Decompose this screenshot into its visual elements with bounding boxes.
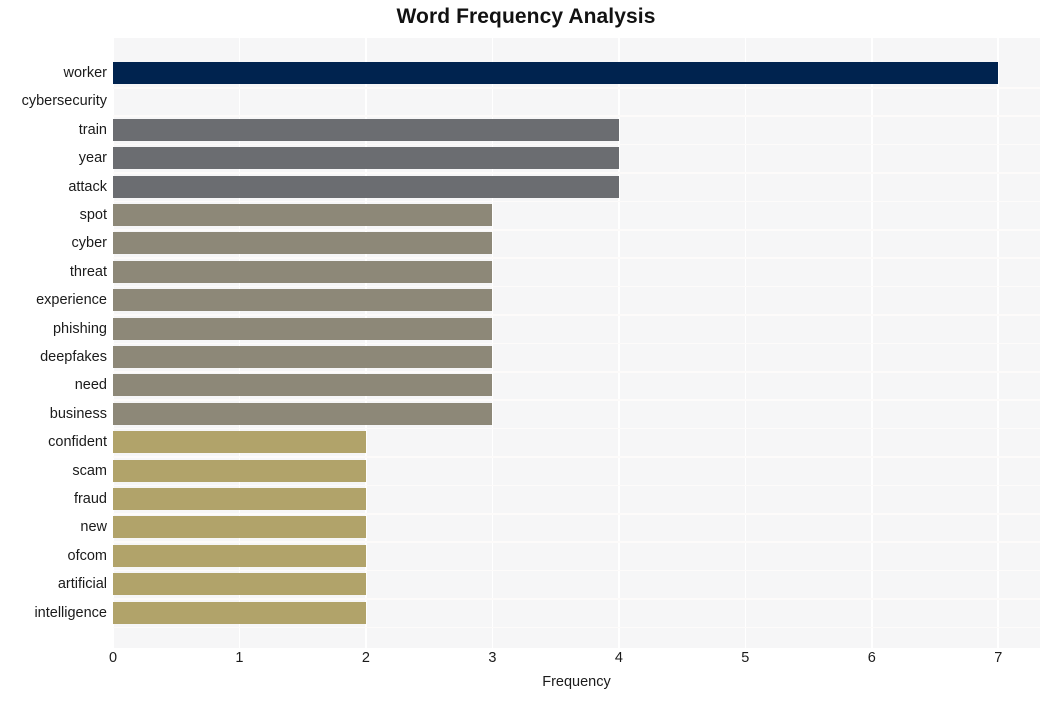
y-tick-label-scam: scam	[72, 462, 107, 479]
y-tick-label-year: year	[78, 150, 107, 167]
x-tick-label-4: 4	[614, 650, 623, 666]
bar-new[interactable]	[113, 516, 366, 539]
word-frequency-chart: Word Frequency Analysis worker cybersecur…	[0, 0, 1052, 701]
bar-scam[interactable]	[113, 459, 366, 482]
gridline-y-13	[113, 456, 1040, 458]
gridline-y-6	[113, 257, 1040, 259]
y-tick-label-spot: spot	[79, 206, 107, 223]
bar-ofcom[interactable]	[113, 544, 366, 567]
bar-business[interactable]	[113, 402, 493, 425]
gridline-y-12	[113, 427, 1040, 430]
y-tick-label-train: train	[78, 121, 107, 138]
bar-intelligence[interactable]	[113, 601, 366, 624]
bar-threat[interactable]	[113, 260, 493, 283]
gridline-y-0	[113, 87, 1040, 89]
y-tick-label-phishing: phishing	[52, 320, 107, 337]
gridline-y-19	[113, 626, 1040, 629]
y-tick-label-need: need	[74, 377, 107, 394]
x-axis-tick-labels: 0 1 2 3 4 5 6 7	[0, 650, 1052, 672]
y-tick-label-cybersecurity: cybersecurity	[21, 93, 107, 110]
bar-cyber[interactable]	[113, 232, 493, 255]
gridline-y-9	[113, 342, 1040, 345]
x-tick-label-0: 0	[108, 650, 118, 666]
y-tick-label-threat: threat	[69, 263, 107, 280]
gridline-y-15	[113, 512, 1040, 515]
chart-title: Word Frequency Analysis	[396, 5, 656, 28]
gridline-y-18	[113, 598, 1040, 600]
bar-fraud[interactable]	[113, 487, 366, 510]
bar-worker[interactable]	[113, 62, 999, 84]
gridline-y-14	[113, 484, 1040, 487]
bar-phishing[interactable]	[113, 317, 493, 340]
y-tick-label-cyber: cyber	[71, 235, 107, 252]
y-tick-label-experience: experience	[36, 292, 107, 309]
gridline-y-2	[113, 143, 1040, 146]
gridline-y-17	[113, 569, 1040, 572]
gridline-y-7	[113, 285, 1040, 288]
y-tick-label-deepfakes: deepfakes	[40, 348, 107, 365]
x-tick-label-1: 1	[235, 650, 244, 666]
y-tick-label-attack: attack	[68, 178, 107, 195]
bar-experience[interactable]	[113, 289, 493, 312]
bar-year[interactable]	[113, 147, 619, 170]
bar-train[interactable]	[113, 118, 619, 141]
gridline-y-10	[113, 370, 1040, 373]
y-tick-label-confident: confident	[48, 434, 107, 451]
gridline-y-8	[113, 314, 1040, 316]
gridline-y-3	[113, 172, 1040, 174]
gridline-y-16	[113, 541, 1040, 543]
plot-area	[112, 38, 1040, 648]
y-axis-tick-labels: worker cybersecurity train year attack spot cy…	[0, 38, 107, 648]
bar-artificial[interactable]	[113, 573, 366, 596]
x-tick-label-2: 2	[361, 650, 370, 666]
x-tick-label-5: 5	[741, 650, 750, 666]
x-tick-label-6: 6	[867, 650, 876, 666]
gridline-y-5	[113, 228, 1040, 231]
y-tick-label-ofcom: ofcom	[67, 547, 108, 564]
gridline-y-11	[113, 399, 1040, 401]
y-tick-label-worker: worker	[63, 65, 107, 81]
bar-need[interactable]	[113, 374, 493, 397]
y-tick-label-new: new	[80, 519, 107, 536]
gridline-y-1	[113, 115, 1040, 117]
bar-spot[interactable]	[113, 203, 493, 226]
x-tick-label-3: 3	[488, 650, 497, 666]
y-tick-label-business: business	[49, 405, 107, 422]
y-tick-label-fraud: fraud	[73, 490, 107, 507]
bar-attack[interactable]	[113, 175, 619, 198]
bar-confident[interactable]	[113, 431, 366, 454]
gridline-y-4	[113, 200, 1040, 203]
x-axis-label: Frequency	[542, 674, 611, 690]
x-tick-label-7: 7	[994, 650, 1003, 666]
y-tick-label-intelligence: intelligence	[34, 604, 107, 621]
y-tick-label-artificial: artificial	[57, 576, 107, 593]
bar-cybersecurity[interactable]	[113, 90, 872, 112]
bar-deepfakes[interactable]	[113, 345, 493, 368]
